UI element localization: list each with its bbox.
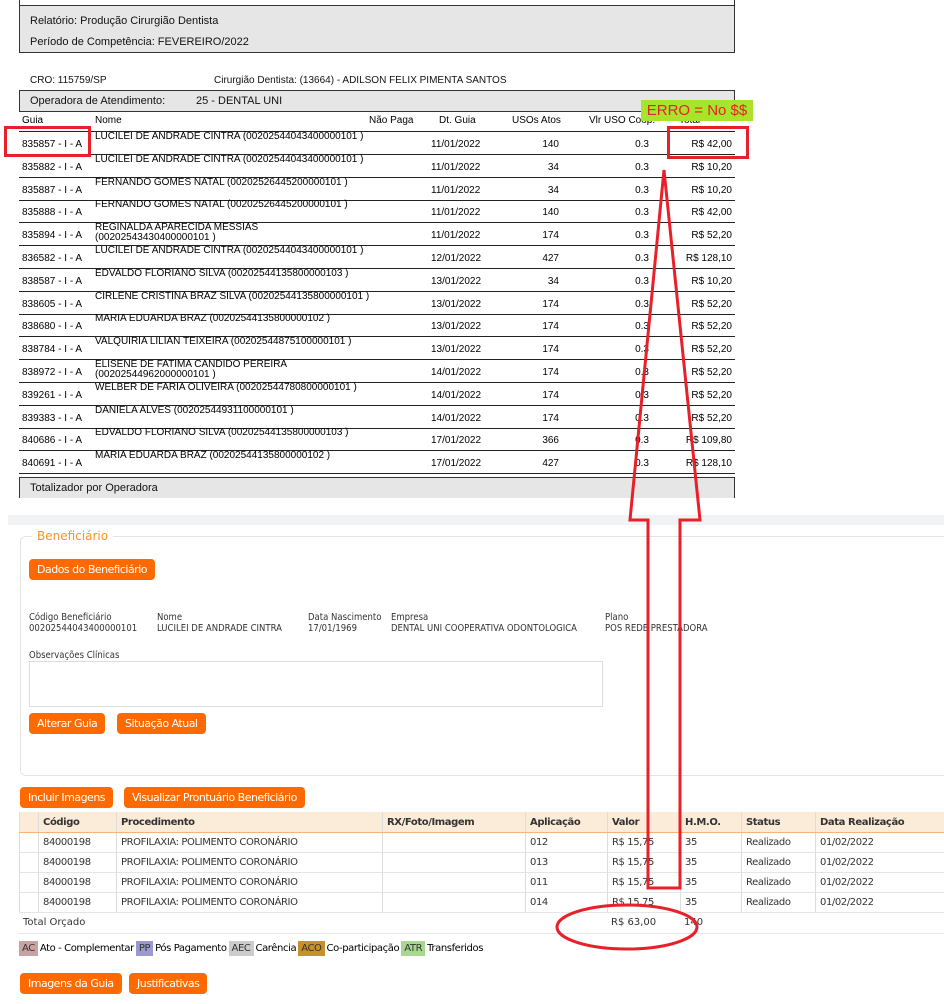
ellipse-annotation bbox=[555, 903, 699, 951]
arrow-annotation bbox=[628, 169, 702, 890]
annotation-overlay bbox=[555, 169, 702, 951]
